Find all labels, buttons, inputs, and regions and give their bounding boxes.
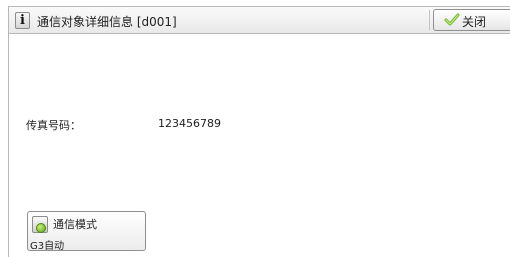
dialog-title: 通信对象详细信息 [d001] bbox=[37, 15, 177, 29]
detail-panel: 传真号码： 123456789 通信模式 G3自动 bbox=[8, 33, 510, 257]
communication-mode-value: G3自动 bbox=[30, 241, 65, 252]
title-bar: i 通信对象详细信息 [d001] 关闭 bbox=[8, 6, 510, 34]
communication-mode-title: 通信模式 bbox=[53, 218, 97, 231]
green-dot-icon bbox=[32, 216, 48, 233]
check-icon bbox=[444, 13, 460, 26]
fax-number-label: 传真号码： bbox=[26, 119, 81, 132]
communication-mode-button[interactable]: 通信模式 G3自动 bbox=[27, 211, 146, 252]
fax-number-value: 123456789 bbox=[158, 117, 221, 130]
title-divider bbox=[429, 10, 430, 30]
info-icon: i bbox=[15, 12, 30, 29]
close-button-label: 关闭 bbox=[462, 15, 487, 29]
close-button[interactable]: 关闭 bbox=[433, 9, 510, 31]
